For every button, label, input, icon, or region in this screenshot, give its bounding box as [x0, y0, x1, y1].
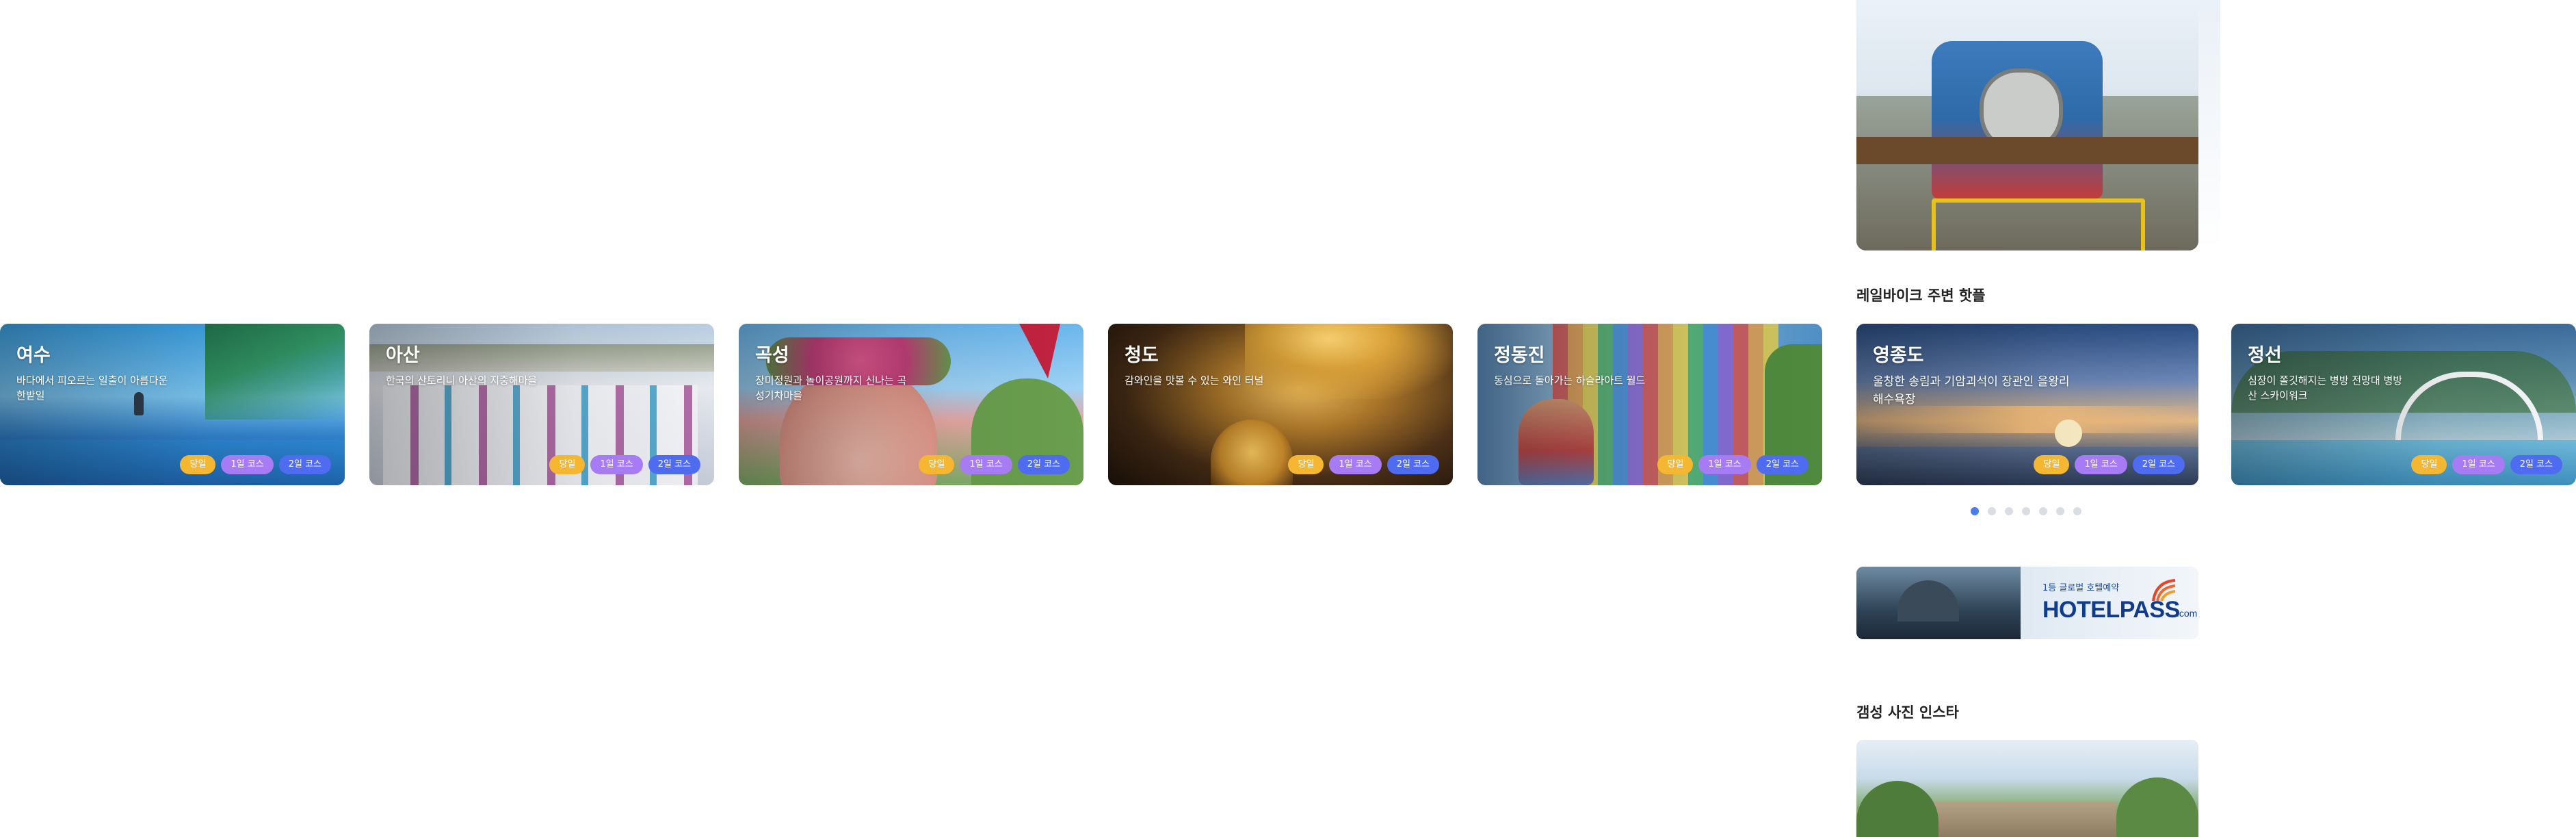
course-pill-1-night[interactable]: 1일 코스 — [590, 455, 643, 474]
carousel-dot-3[interactable] — [2005, 507, 2013, 515]
wooden-fence-shape — [1856, 137, 2198, 164]
card-description: 감와인을 맛볼 수 있는 와인 터널 — [1125, 374, 1264, 387]
hotplace-card-yeongjongdo[interactable]: 영종도 울창한 송림과 기암괴석이 장관인 을왕리 해수욕장 당일 1일 코스 … — [1856, 324, 2198, 485]
course-pill-1-night[interactable]: 1일 코스 — [221, 455, 274, 474]
region-card-jeongdongjin[interactable]: 정동진 동심으로 돌아가는 하슬라아트 월드 당일 1일 코스 2일 코스 — [1477, 324, 1822, 485]
carousel-dot-1[interactable] — [1971, 507, 1979, 515]
course-pill-2-night[interactable]: 2일 코스 — [2132, 455, 2185, 474]
hotplace-card-jeongseon[interactable]: 정선 심장이 쫄깃해지는 병방 전망대 병방산 스카이워크 당일 1일 코스 2… — [2231, 324, 2576, 485]
course-pills: 당일 1일 코스 2일 코스 — [1288, 455, 1439, 474]
carousel-dot-6[interactable] — [2056, 507, 2064, 515]
card-title: 정선 — [2248, 345, 2282, 366]
tree-shape — [1856, 781, 1938, 837]
yellow-railing-shape — [1932, 198, 2145, 250]
course-pills: 당일 1일 코스 2일 코스 — [180, 455, 331, 474]
hotelpass-logo-suffix: .com — [2177, 608, 2198, 619]
course-pill-1-night[interactable]: 1일 코스 — [2452, 455, 2505, 474]
card-title: 아산 — [386, 345, 420, 366]
fortress-wall-shape — [1925, 801, 2116, 837]
region-card-gokseong[interactable]: 곡성 장미정원과 놀이공원까지 신나는 곡성기차마을 당일 1일 코스 2일 코… — [739, 324, 1083, 485]
course-pill-day[interactable]: 당일 — [1288, 455, 1324, 474]
course-pill-day[interactable]: 당일 — [1657, 455, 1694, 474]
course-pill-day[interactable]: 당일 — [2411, 455, 2447, 474]
course-pill-1-night[interactable]: 1일 코스 — [1329, 455, 1382, 474]
carousel-dot-7[interactable] — [2073, 507, 2081, 515]
course-pill-1-night[interactable]: 1일 코스 — [1698, 455, 1751, 474]
course-pills: 당일 1일 코스 2일 코스 — [2034, 455, 2185, 474]
region-card-cheongdo[interactable]: 청도 감와인을 맛볼 수 있는 와인 터널 당일 1일 코스 2일 코스 — [1108, 324, 1453, 485]
card-description: 바다에서 피오르는 일출이 아름다운 한밭일 — [16, 374, 168, 402]
banner-subtitle: 1등 글로벌 호텔예약 — [2042, 583, 2120, 593]
card-title: 영종도 — [1873, 345, 1924, 366]
course-pills: 당일 1일 코스 2일 코스 — [1657, 455, 1809, 474]
card-title: 청도 — [1125, 345, 1159, 366]
region-card-yeosu[interactable]: 여수 바다에서 피오르는 일출이 아름다운 한밭일 당일 1일 코스 2일 코스 — [0, 324, 345, 485]
course-pill-2-night[interactable]: 2일 코스 — [2510, 455, 2562, 474]
section-title-railbike-hot: 레일바이크 주변 핫플 — [1856, 287, 1986, 304]
card-title: 곡성 — [755, 345, 789, 366]
carousel-dot-5[interactable] — [2039, 507, 2047, 515]
instagram-photo[interactable] — [1856, 740, 2198, 837]
course-pill-2-night[interactable]: 2일 코스 — [1386, 455, 1439, 474]
course-pill-day[interactable]: 당일 — [180, 455, 216, 474]
course-pill-1-night[interactable]: 1일 코스 — [2075, 455, 2127, 474]
hotelpass-logo-icon — [2152, 579, 2176, 602]
course-pills: 당일 1일 코스 2일 코스 — [549, 455, 700, 474]
carousel-dot-2[interactable] — [1988, 507, 1996, 515]
course-pill-day[interactable]: 당일 — [549, 455, 586, 474]
course-pill-2-night[interactable]: 2일 코스 — [1017, 455, 1070, 474]
card-description: 장미정원과 놀이공원까지 신나는 곡성기차마을 — [755, 374, 907, 402]
card-description: 울창한 송림과 기암괴석이 장관인 을왕리 해수욕장 — [1873, 375, 2070, 407]
course-pill-2-night[interactable]: 2일 코스 — [278, 455, 331, 474]
hero-top-fade — [1856, 0, 2220, 41]
course-pill-2-night[interactable]: 2일 코스 — [648, 455, 700, 474]
card-description: 심장이 쫄깃해지는 병방 전망대 병방산 스카이워크 — [2248, 374, 2403, 402]
region-card-asan[interactable]: 아산 한국의 산토리니 아산의 지중해마을 당일 1일 코스 2일 코스 — [369, 324, 714, 485]
carousel-dot-4[interactable] — [2022, 507, 2030, 515]
course-pill-2-night[interactable]: 2일 코스 — [1756, 455, 1809, 474]
course-pills: 당일 1일 코스 2일 코스 — [2411, 455, 2562, 474]
card-description: 한국의 산토리니 아산의 지중해마을 — [386, 374, 538, 387]
section-title-instagram: 갬성 사진 인스타 — [1856, 704, 1959, 721]
hotelpass-ad-banner[interactable]: 1등 글로벌 호텔예약 HOTELPASS .com — [1856, 567, 2198, 639]
course-pill-day[interactable]: 당일 — [2034, 455, 2070, 474]
course-pill-day[interactable]: 당일 — [919, 455, 955, 474]
course-pills: 당일 1일 코스 2일 코스 — [919, 455, 1070, 474]
tree-shape — [2116, 777, 2198, 837]
card-description: 동심으로 돌아가는 하슬라아트 월드 — [1494, 374, 1646, 387]
card-title: 정동진 — [1494, 345, 1545, 366]
card-title: 여수 — [16, 345, 51, 366]
course-pill-1-night[interactable]: 1일 코스 — [960, 455, 1012, 474]
